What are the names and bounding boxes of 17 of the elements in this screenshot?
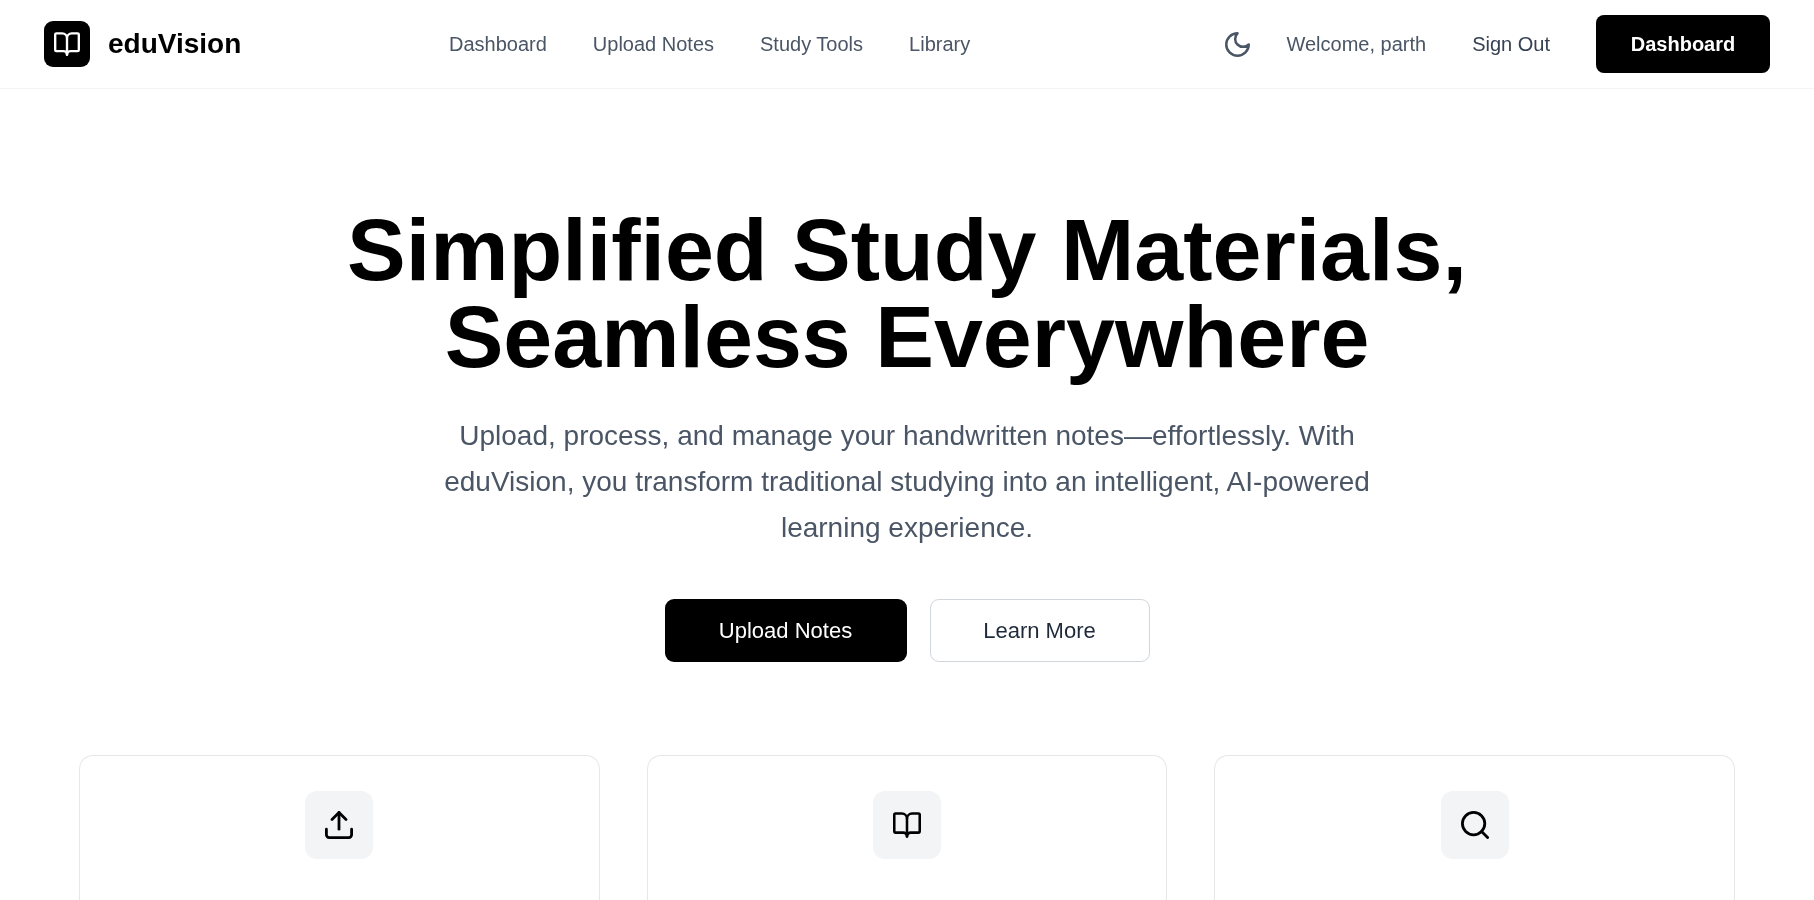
dark-mode-toggle-icon[interactable] — [1225, 31, 1251, 57]
nav-link[interactable]: Study Tools — [760, 29, 864, 59]
dashboard-button[interactable]: Dashboard — [1596, 15, 1770, 73]
hero-description: Upload, process, and manage your handwritten notes—effortlessly. With eduVision, you transform traditional studying into an intelligent, AI-powered learning experience. — [443, 419, 1371, 545]
open-book-icon — [873, 791, 941, 859]
search-icon — [1440, 791, 1509, 859]
book-logo-icon — [44, 21, 90, 67]
brand-name[interactable]: eduVision — [108, 30, 242, 58]
hero-title: Simplified Study Materials, Seamless Everywhere — [346, 206, 1468, 388]
learn-more-button[interactable]: Learn More — [929, 599, 1150, 662]
sign-out-link[interactable]: Sign Out — [1472, 29, 1550, 59]
nav-link[interactable]: Library — [909, 29, 971, 59]
upload-icon — [305, 791, 374, 859]
upload-notes-button[interactable]: Upload Notes — [664, 599, 907, 662]
nav-link[interactable]: Dashboard — [449, 29, 547, 59]
nav-link[interactable]: Upload Notes — [592, 29, 715, 59]
welcome-text: Welcome, parth — [1286, 32, 1427, 57]
